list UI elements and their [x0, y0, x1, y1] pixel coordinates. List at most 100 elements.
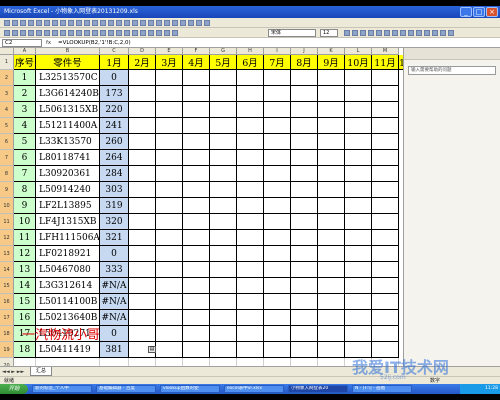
- toolbar-tool-icon[interactable]: [124, 30, 130, 36]
- cell-part-number[interactable]: L80118741: [36, 150, 100, 166]
- cell-empty[interactable]: [237, 358, 264, 366]
- cell-empty[interactable]: [183, 102, 210, 118]
- cell-empty[interactable]: [264, 262, 291, 278]
- cell-january[interactable]: 220: [100, 102, 129, 118]
- cell-january[interactable]: 0: [100, 246, 129, 262]
- cell-empty[interactable]: [210, 278, 237, 294]
- cell-empty[interactable]: [318, 134, 345, 150]
- toolbar-tool-icon[interactable]: [76, 30, 82, 36]
- cell-empty[interactable]: [129, 134, 156, 150]
- cell-empty[interactable]: [318, 310, 345, 326]
- cell-empty[interactable]: [183, 118, 210, 134]
- row-header[interactable]: 16: [0, 294, 14, 310]
- cell-empty[interactable]: [264, 166, 291, 182]
- font-name-select[interactable]: 宋体: [268, 29, 316, 37]
- cell-seq[interactable]: 18: [14, 342, 36, 358]
- cell-seq[interactable]: 2: [14, 86, 36, 102]
- toolbar-tool-icon[interactable]: [12, 30, 18, 36]
- row-header[interactable]: 2: [0, 70, 14, 86]
- taskbar-item[interactable]: 新的标签_个人中: [32, 385, 92, 393]
- cell-empty[interactable]: [100, 358, 129, 366]
- cell-empty[interactable]: [156, 262, 183, 278]
- cell-empty[interactable]: [345, 182, 372, 198]
- format-tool-icon[interactable]: [384, 30, 390, 36]
- cell-empty[interactable]: [372, 150, 399, 166]
- cell-seq[interactable]: 8: [14, 182, 36, 198]
- toolbar-tool-icon[interactable]: [148, 20, 154, 26]
- cell-seq[interactable]: 14: [14, 278, 36, 294]
- cell-empty[interactable]: [372, 246, 399, 262]
- toolbar-tool-icon[interactable]: [92, 30, 98, 36]
- cell-part-number[interactable]: L3G614240B: [36, 86, 100, 102]
- cell-empty[interactable]: [210, 182, 237, 198]
- cell-empty[interactable]: [129, 358, 156, 366]
- cell-seq[interactable]: 12: [14, 246, 36, 262]
- cell-empty[interactable]: [129, 326, 156, 342]
- column-header-j[interactable]: J: [291, 48, 318, 55]
- cell-empty[interactable]: [156, 214, 183, 230]
- cell-empty[interactable]: [183, 134, 210, 150]
- cell-empty[interactable]: [237, 150, 264, 166]
- cell-empty[interactable]: [372, 294, 399, 310]
- cell-empty[interactable]: [318, 294, 345, 310]
- cell-empty[interactable]: [372, 182, 399, 198]
- cell-january[interactable]: 0: [100, 326, 129, 342]
- toolbar-tool-icon[interactable]: [84, 30, 90, 36]
- cell-empty[interactable]: [129, 310, 156, 326]
- sheet-tab[interactable]: 汇总: [30, 367, 52, 376]
- toolbar-tool-icon[interactable]: [116, 20, 122, 26]
- cell-empty[interactable]: [318, 86, 345, 102]
- cell-january[interactable]: 264: [100, 150, 129, 166]
- row-header[interactable]: 8: [0, 166, 14, 182]
- cell-empty[interactable]: [237, 246, 264, 262]
- cell-empty[interactable]: [345, 230, 372, 246]
- cell-empty[interactable]: [345, 278, 372, 294]
- row-header[interactable]: 7: [0, 150, 14, 166]
- format-tool-icon[interactable]: [432, 30, 438, 36]
- toolbar-tool-icon[interactable]: [164, 20, 170, 26]
- help-search-input[interactable]: 输入需要帮助的问题: [408, 66, 496, 75]
- cell-empty[interactable]: [345, 310, 372, 326]
- toolbar-tool-icon[interactable]: [44, 20, 50, 26]
- cell-empty[interactable]: [210, 150, 237, 166]
- cell-january[interactable]: #N/A: [100, 278, 129, 294]
- toolbar-tool-icon[interactable]: [100, 20, 106, 26]
- format-tool-icon[interactable]: [424, 30, 430, 36]
- cell-empty[interactable]: [183, 262, 210, 278]
- cell-empty[interactable]: [129, 214, 156, 230]
- cell-empty[interactable]: [183, 230, 210, 246]
- format-tool-icon[interactable]: [400, 30, 406, 36]
- cell-empty[interactable]: [183, 294, 210, 310]
- cell-empty[interactable]: [318, 262, 345, 278]
- row-header[interactable]: 13: [0, 246, 14, 262]
- row-header[interactable]: 10: [0, 198, 14, 214]
- select-all-corner[interactable]: [0, 48, 14, 55]
- cell-empty[interactable]: [264, 118, 291, 134]
- cell-january[interactable]: 320: [100, 214, 129, 230]
- toolbar-tool-icon[interactable]: [108, 20, 114, 26]
- cell-empty[interactable]: [318, 70, 345, 86]
- maximize-button[interactable]: □: [473, 7, 485, 17]
- toolbar-tool-icon[interactable]: [4, 20, 10, 26]
- close-button[interactable]: ×: [486, 7, 498, 17]
- toolbar-tool-icon[interactable]: [132, 20, 138, 26]
- cell-empty[interactable]: [318, 342, 345, 358]
- toolbar-tool-icon[interactable]: [100, 30, 106, 36]
- toolbar-tool-icon[interactable]: [20, 30, 26, 36]
- cell-empty[interactable]: [210, 342, 237, 358]
- toolbar-tool-icon[interactable]: [52, 30, 58, 36]
- cell-empty[interactable]: [318, 278, 345, 294]
- cell-empty[interactable]: [237, 182, 264, 198]
- toolbar-tool-icon[interactable]: [172, 30, 178, 36]
- cell-empty[interactable]: [291, 262, 318, 278]
- cell-empty[interactable]: [210, 198, 237, 214]
- cell-january[interactable]: 284: [100, 166, 129, 182]
- cell-part-number[interactable]: L51211400A: [36, 118, 100, 134]
- cell-january[interactable]: 381: [100, 342, 129, 358]
- cell-empty[interactable]: [156, 326, 183, 342]
- toolbar-tool-icon[interactable]: [140, 30, 146, 36]
- cell-empty[interactable]: [129, 166, 156, 182]
- cell-empty[interactable]: [318, 198, 345, 214]
- cell-empty[interactable]: [291, 230, 318, 246]
- cell-empty[interactable]: [237, 198, 264, 214]
